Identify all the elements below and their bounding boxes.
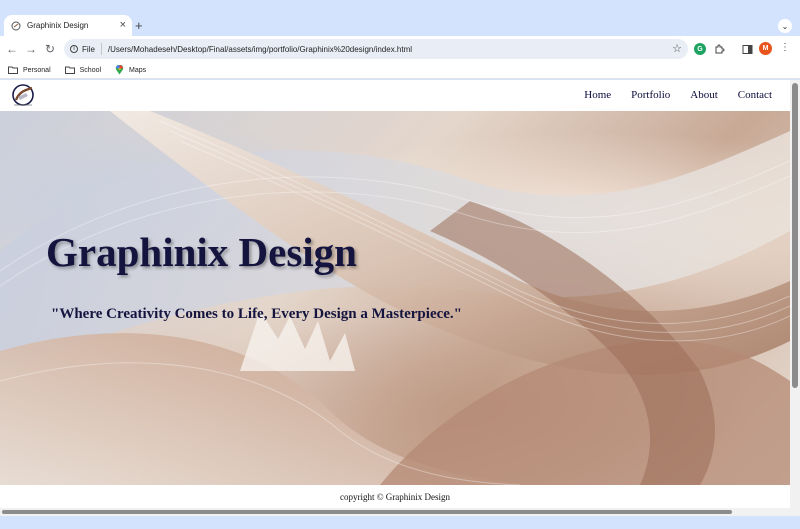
bookmark-label: Maps bbox=[129, 66, 147, 74]
hero-background-image bbox=[0, 111, 790, 485]
bookmark-label: School bbox=[79, 66, 102, 74]
bookmark-star-icon[interactable]: ☆ bbox=[672, 42, 682, 55]
nav-link-contact[interactable]: Contact bbox=[738, 89, 772, 101]
folder-icon bbox=[8, 66, 18, 74]
vertical-scroll-thumb[interactable] bbox=[792, 83, 798, 388]
site-nav: Home Portfolio About Contact bbox=[564, 89, 772, 101]
window-bottom-edge bbox=[0, 516, 800, 529]
hero-section: Graphinix Design "Where Creativity Comes… bbox=[0, 111, 790, 485]
forward-icon[interactable]: → bbox=[24, 42, 38, 56]
new-tab-button[interactable]: + bbox=[135, 18, 143, 33]
info-icon: i bbox=[70, 45, 78, 53]
folder-icon bbox=[64, 66, 75, 74]
extensions-puzzle-icon[interactable] bbox=[713, 43, 725, 55]
horizontal-scrollbar[interactable] bbox=[0, 508, 800, 516]
side-panel-icon[interactable] bbox=[741, 43, 753, 55]
tab-search-button[interactable]: ⌄ bbox=[778, 19, 792, 33]
more-menu-icon[interactable]: ⋮ bbox=[780, 42, 790, 53]
profile-avatar[interactable]: M bbox=[759, 42, 772, 55]
browser-toolbar: ← → ↻ i File /Users/Mohadeseh/Desktop/Fi… bbox=[0, 36, 800, 62]
hero-title: Graphinix Design bbox=[46, 229, 357, 275]
site-info-chip[interactable]: i File bbox=[70, 43, 102, 55]
tab-title: Graphinix Design bbox=[27, 21, 89, 30]
close-icon[interactable]: × bbox=[120, 20, 126, 31]
reload-icon[interactable]: ↻ bbox=[43, 42, 57, 56]
bookmark-personal[interactable]: Personal bbox=[8, 66, 51, 74]
maps-icon bbox=[115, 65, 124, 75]
site-logo[interactable] bbox=[9, 83, 37, 109]
url-scheme-label: File bbox=[82, 44, 95, 54]
page-viewport: Home Portfolio About Contact Graphinix D… bbox=[0, 80, 790, 508]
back-icon[interactable]: ← bbox=[5, 42, 19, 56]
bookmark-maps[interactable]: Maps bbox=[115, 65, 146, 75]
grammarly-extension-icon[interactable]: G bbox=[694, 43, 706, 55]
bookmark-label: Personal bbox=[23, 66, 51, 74]
nav-link-home[interactable]: Home bbox=[584, 89, 611, 101]
url-text[interactable]: /Users/Mohadeseh/Desktop/Final/assets/im… bbox=[108, 45, 412, 54]
nav-link-about[interactable]: About bbox=[690, 89, 718, 101]
bookmark-school[interactable]: School bbox=[64, 66, 102, 74]
horizontal-scroll-thumb[interactable] bbox=[2, 510, 732, 514]
site-footer: copyright © Graphinix Design bbox=[0, 485, 790, 508]
vertical-scrollbar[interactable] bbox=[790, 80, 800, 508]
nav-link-portfolio[interactable]: Portfolio bbox=[631, 89, 670, 101]
bookmarks-bar: Personal School Maps bbox=[0, 62, 800, 79]
tab-strip: Graphinix Design × + ⌄ bbox=[0, 0, 800, 36]
site-favicon-icon bbox=[10, 20, 21, 31]
browser-tab[interactable]: Graphinix Design × bbox=[4, 15, 132, 36]
address-bar[interactable]: i File /Users/Mohadeseh/Desktop/Final/as… bbox=[64, 39, 688, 59]
copyright-text: copyright © Graphinix Design bbox=[339, 491, 451, 502]
site-header: Home Portfolio About Contact bbox=[0, 80, 790, 111]
hero-tagline: "Where Creativity Comes to Life, Every D… bbox=[51, 306, 462, 322]
